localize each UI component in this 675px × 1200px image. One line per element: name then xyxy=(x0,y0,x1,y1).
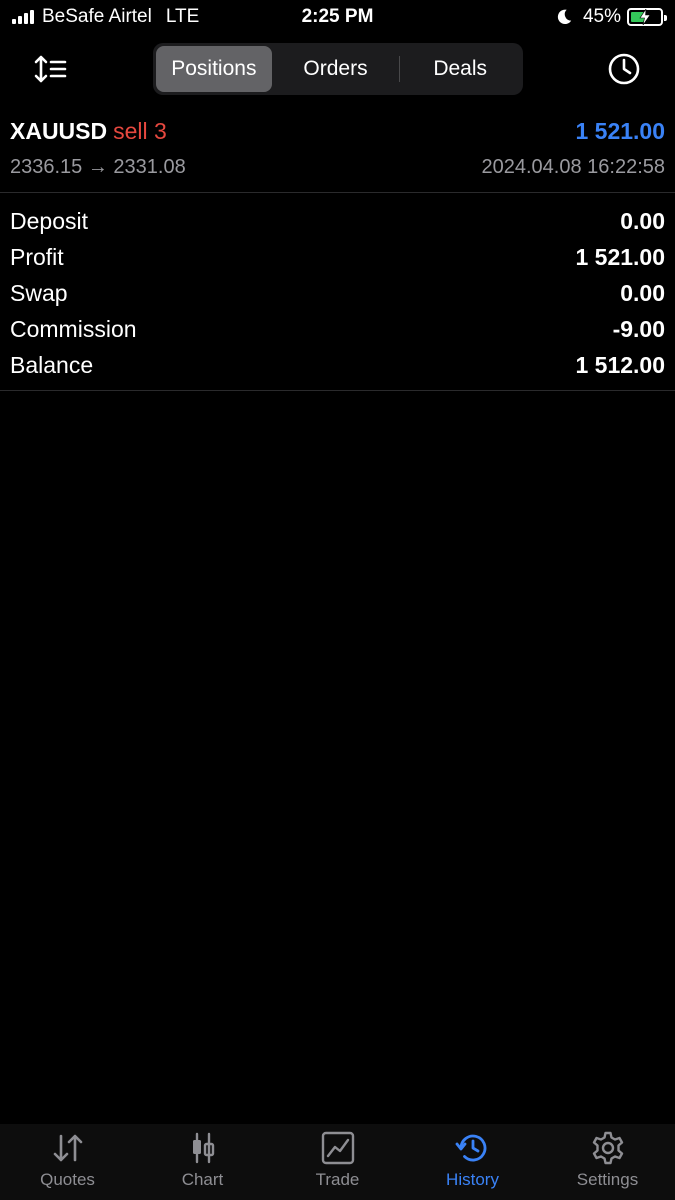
trade-icon xyxy=(321,1131,354,1165)
status-bar: BeSafe Airtel LTE 2:25 PM 45% xyxy=(0,0,675,36)
tab-label: Chart xyxy=(181,1170,224,1189)
history-icon xyxy=(455,1134,486,1162)
tab-label: History xyxy=(446,1170,499,1189)
tab-positions[interactable]: Positions xyxy=(156,46,272,92)
summary-row-balance: Balance 1 512.00 xyxy=(0,347,675,383)
deal-timestamp: 2024.04.08 16:22:58 xyxy=(481,156,665,178)
charging-bolt-icon xyxy=(639,9,651,25)
deal-side: sell 3 xyxy=(113,118,167,144)
summary-value: 0.00 xyxy=(620,279,665,306)
tab-label: Settings xyxy=(576,1170,639,1189)
quotes-icon xyxy=(53,1134,82,1162)
summary-label: Profit xyxy=(10,243,64,270)
sort-icon xyxy=(34,55,67,83)
tab-deals[interactable]: Deals xyxy=(400,46,520,92)
deal-title: XAUUSD sell 3 xyxy=(10,118,167,145)
summary-value: -9.00 xyxy=(612,315,665,342)
summary-row-deposit: Deposit 0.00 xyxy=(0,203,675,239)
battery-tip xyxy=(664,15,667,21)
tab-history[interactable]: History xyxy=(405,1124,540,1200)
tab-label: Quotes xyxy=(40,1170,95,1189)
summary-panel: Deposit 0.00 Profit 1 521.00 Swap 0.00 C… xyxy=(0,203,675,391)
tab-orders[interactable]: Orders xyxy=(272,46,400,92)
battery-percent: 45% xyxy=(582,6,621,27)
battery-icon xyxy=(627,8,667,26)
summary-value: 0.00 xyxy=(620,207,665,234)
sort-button[interactable] xyxy=(34,54,68,84)
period-button[interactable] xyxy=(607,52,641,86)
segmented-control: Positions Orders Deals xyxy=(153,43,523,95)
chart-icon xyxy=(192,1132,214,1164)
deal-prices: 2336.15 → 2331.08 xyxy=(10,156,186,178)
summary-label: Deposit xyxy=(10,207,88,234)
deal-row[interactable]: XAUUSD sell 3 1 521.00 2336.15 → 2331.08 … xyxy=(0,112,675,193)
summary-value: 1 512.00 xyxy=(575,351,665,378)
summary-row-profit: Profit 1 521.00 xyxy=(0,239,675,275)
top-nav: Positions Orders Deals xyxy=(0,40,675,100)
summary-row-commission: Commission -9.00 xyxy=(0,311,675,347)
summary-label: Balance xyxy=(10,351,94,378)
tab-quotes[interactable]: Quotes xyxy=(0,1124,135,1200)
moon-icon xyxy=(557,9,572,25)
summary-label: Commission xyxy=(10,315,137,342)
settings-icon xyxy=(592,1131,623,1165)
deal-symbol: XAUUSD xyxy=(10,118,108,144)
status-right: 45% xyxy=(555,6,667,28)
deal-profit: 1 521.00 xyxy=(575,118,665,144)
tab-bar: Quotes Chart Trade History Settings xyxy=(0,1124,675,1200)
tab-settings[interactable]: Settings xyxy=(540,1124,675,1200)
summary-label: Swap xyxy=(10,279,68,306)
summary-row-swap: Swap 0.00 xyxy=(0,275,675,311)
tab-chart[interactable]: Chart xyxy=(135,1124,270,1200)
tab-label: Trade xyxy=(315,1170,360,1189)
summary-value: 1 521.00 xyxy=(575,243,665,270)
clock-icon xyxy=(608,53,640,85)
tab-trade[interactable]: Trade xyxy=(270,1124,405,1200)
